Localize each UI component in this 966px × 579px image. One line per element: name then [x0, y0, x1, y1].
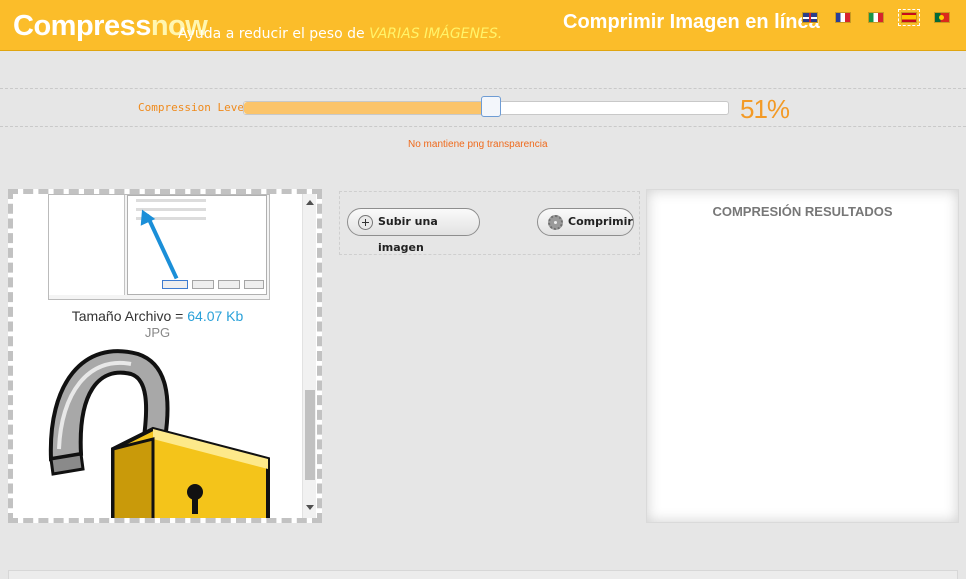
compression-results-panel: COMPRESIÓN RESULTADOS — [646, 189, 959, 523]
transparency-note: No mantiene png transparencia — [408, 139, 548, 150]
spanish-flag-icon[interactable] — [898, 9, 920, 26]
padlock-image — [48, 349, 270, 518]
thumbnail-button — [218, 280, 240, 289]
scroll-up-icon[interactable] — [306, 200, 314, 205]
thumbnail-button — [162, 280, 188, 289]
tagline-prefix: Ayuda a reducir el peso de — [178, 26, 370, 42]
dialog-screenshot-thumbnail — [48, 194, 270, 300]
action-buttons-area: Subir una imagen Comprimir — [339, 191, 640, 255]
language-selector — [802, 9, 966, 26]
compression-level-label: Compression Level — [138, 101, 251, 114]
thumbnail-button — [244, 280, 264, 289]
file-size-text: Tamaño Archivo = 64.07 Kb — [13, 308, 302, 324]
plus-icon — [358, 215, 373, 230]
thumbnail-line — [136, 199, 206, 202]
page-title: Comprimir Imagen en línea — [563, 11, 820, 33]
logo-main: Compress — [13, 10, 151, 42]
preview-scrollbar[interactable] — [302, 194, 316, 518]
results-title: COMPRESIÓN RESULTADOS — [712, 204, 893, 219]
compress-button-label: Comprimir — [568, 215, 633, 228]
compression-value: 51% — [740, 94, 790, 124]
preview-scroll-area: Tamaño Archivo = 64.07 Kb JPG — [13, 194, 302, 518]
upload-image-button[interactable]: Subir una imagen — [347, 208, 480, 254]
gear-icon — [548, 215, 563, 230]
compress-button[interactable]: Comprimir — [537, 208, 634, 236]
scroll-down-icon[interactable] — [306, 505, 314, 510]
french-flag-icon[interactable] — [835, 12, 851, 23]
italian-flag-icon[interactable] — [868, 12, 884, 23]
portuguese-flag-icon[interactable] — [934, 12, 950, 23]
compression-slider-fill — [244, 102, 492, 114]
file-size-label: Tamaño Archivo = — [71, 308, 188, 324]
tagline-highlight: VARIAS IMÁGENES. — [369, 26, 503, 42]
thumbnail-button — [192, 280, 214, 289]
file-type-text: JPG — [144, 325, 171, 340]
upload-button-label: Subir una imagen — [378, 215, 438, 254]
footer-bar — [8, 570, 958, 579]
compression-slider-handle[interactable] — [480, 96, 501, 117]
english-flag-icon[interactable] — [802, 12, 818, 23]
image-preview-panel: Tamaño Archivo = 64.07 Kb JPG — [8, 189, 322, 523]
scrollbar-thumb[interactable] — [305, 390, 315, 480]
tagline: Ayuda a reducir el peso de VARIAS IMÁGEN… — [178, 26, 502, 42]
header-bar: Compressnow Ayuda a reducir el peso de V… — [0, 0, 966, 51]
file-size-value: 64.07 Kb — [187, 308, 244, 324]
thumbnail-tree-pane — [49, 195, 125, 295]
